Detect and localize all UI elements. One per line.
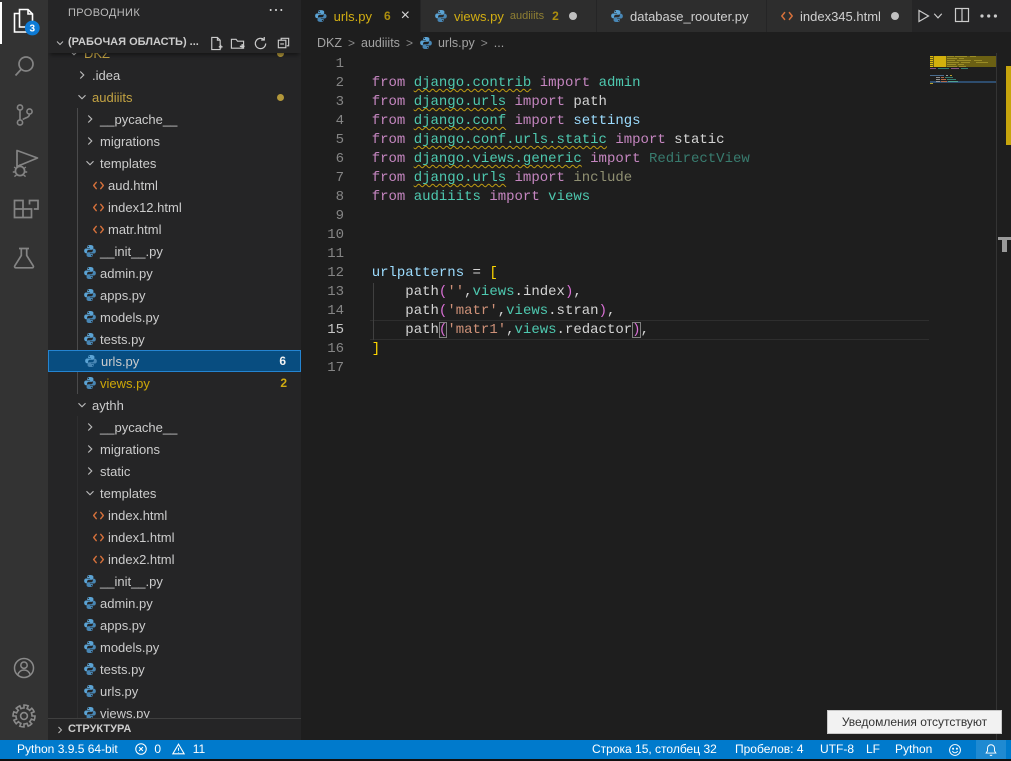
svg-text:3: 3 <box>30 24 36 35</box>
